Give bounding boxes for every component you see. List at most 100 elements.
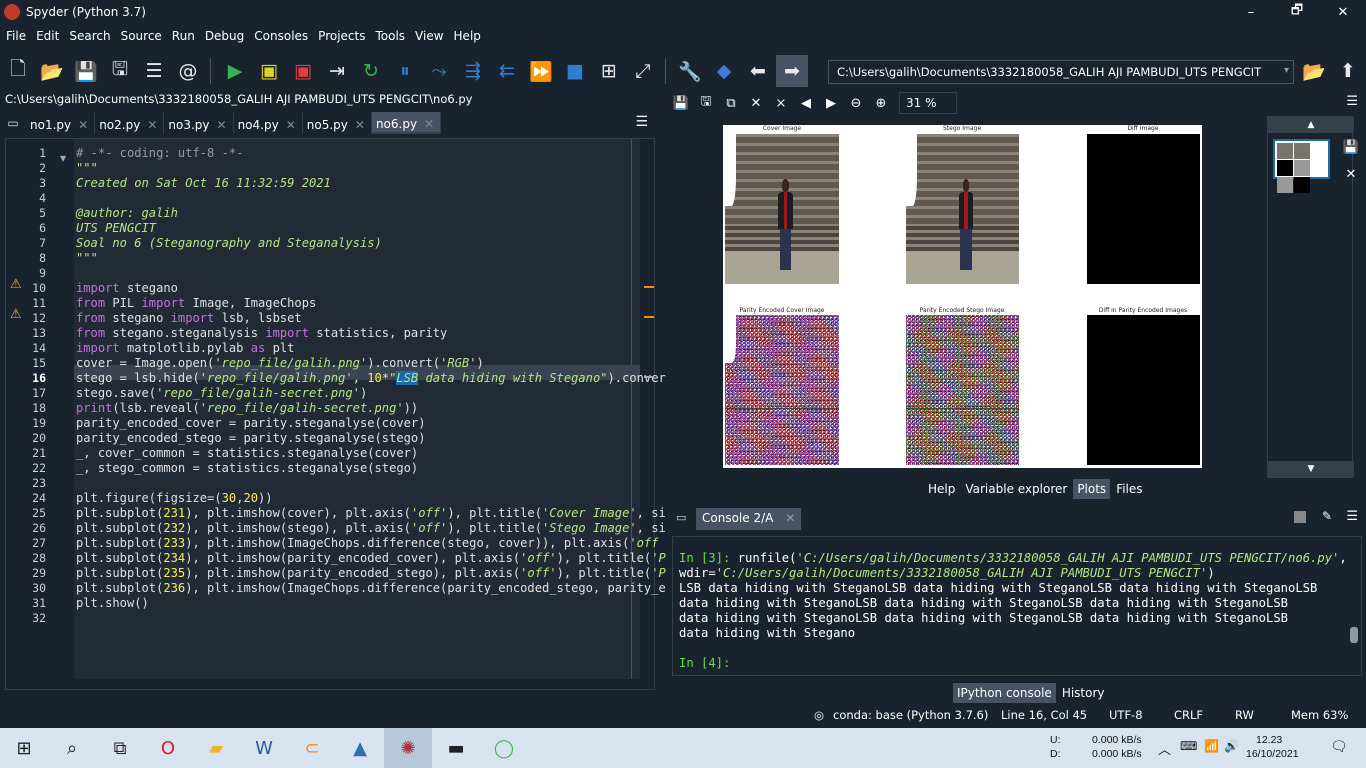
console-options-icon[interactable]: ☰ [1346,509,1358,524]
chevron-up-icon[interactable]: ︿ [1158,739,1171,758]
tab-no1[interactable]: no1.py ✕ [26,112,96,134]
code-editor[interactable]: ⚠ ⚠ ▼ 1 2 3 4 5 6 7 8 9 10 11 12 13 14 15 16 17 18 19 20 21 2… [5,138,666,737]
close-all-plots-icon[interactable]: ⨯ [769,96,793,111]
close-button[interactable]: ✕ [1320,0,1366,24]
editor-options-icon[interactable]: ☰ [635,114,648,130]
console-tab[interactable]: Console 2/A ✕ [696,508,802,530]
menu-debug[interactable]: Debug [202,26,247,48]
tab-variable-explorer[interactable]: Variable explorer [961,479,1071,499]
menu-edit[interactable]: Edit [33,26,62,48]
tab-ipython-console[interactable]: IPython console [953,683,1056,703]
maximize-button[interactable]: 🗗 [1274,0,1320,24]
maximize-pane-icon[interactable]: ⊞ [593,55,625,87]
browse-folder-icon[interactable]: 📂 [1298,55,1330,87]
browse-tabs-icon[interactable]: ▭ [0,112,26,134]
save-plot-icon[interactable]: 💾 [669,96,693,111]
fold-icon[interactable]: ▼ [60,154,66,163]
browse-consoles-icon[interactable]: ▭ [676,511,686,524]
close-icon[interactable]: ✕ [286,118,296,132]
anaconda-icon[interactable]: ◯ [480,728,528,768]
continue-icon[interactable]: ⏩ [525,55,557,87]
close-icon[interactable]: ✕ [78,118,88,132]
debug-icon[interactable]: ⏸ [389,55,421,87]
menu-search[interactable]: Search [66,26,113,48]
menu-file[interactable]: File [3,26,29,48]
tab-no2[interactable]: no2.py ✕ [95,112,165,134]
close-icon[interactable]: ✕ [147,118,157,132]
scroll-down-icon[interactable]: ▼ [1268,461,1354,477]
forward-icon[interactable]: ➡ [776,55,808,87]
photos-icon[interactable]: ▲ [336,728,384,768]
plots-options-icon[interactable]: ☰ [1346,94,1358,109]
parent-directory-icon[interactable]: ⬆ [1332,55,1364,87]
close-icon[interactable]: ✕ [217,118,227,132]
at-icon[interactable]: @ [172,55,204,87]
save-all-icon[interactable]: 🖫 [104,55,136,87]
terminal-icon[interactable]: ▬ [432,728,480,768]
zoom-in-icon[interactable]: ⊕ [869,96,893,111]
tab-history[interactable]: History [1058,683,1109,703]
step-icon[interactable]: ⤳ [423,55,455,87]
tab-no5[interactable]: no5.py ✕ [303,112,372,134]
next-plot-icon[interactable]: ▶ [819,96,843,111]
python-path-icon[interactable]: ◆ [708,55,740,87]
menu-consoles[interactable]: Consoles [251,26,311,48]
menu-tools[interactable]: Tools [372,26,408,48]
line-marker[interactable] [644,376,654,378]
clear-console-icon[interactable]: ✎ [1322,509,1332,523]
rerun-icon[interactable]: ↻ [355,55,387,87]
previous-plot-icon[interactable]: ◀ [794,96,818,111]
clock-time[interactable]: 12.23 [1256,734,1282,746]
working-directory-input[interactable]: C:\Users\galih\Documents\3332180058_GALI… [828,60,1294,84]
stop-debug-icon[interactable]: ■ [559,55,591,87]
zoom-level[interactable]: 31 % [899,92,957,114]
stop-console-icon[interactable] [1294,511,1306,523]
clock-date[interactable]: 16/10/2021 [1246,748,1299,760]
close-icon[interactable]: ✕ [785,511,795,525]
run-icon[interactable]: ▶ [219,55,251,87]
back-icon[interactable]: ⬅ [742,55,774,87]
step-into-icon[interactable]: ⇶ [457,55,489,87]
menu-view[interactable]: View [412,26,446,48]
chevron-down-icon[interactable]: ▾ [1284,65,1289,76]
close-plot-icon[interactable]: ✕ [744,96,768,111]
open-file-icon[interactable]: 📂 [36,55,68,87]
remove-thumbnail-icon[interactable]: ✕ [1341,167,1361,182]
notification-icon[interactable]: 🗨 [1330,738,1348,755]
tab-plots[interactable]: Plots [1073,479,1111,499]
menu-run[interactable]: Run [169,26,198,48]
volume-icon[interactable]: 🔊 [1224,739,1239,753]
spyder-taskbar-icon[interactable]: ✺ [384,728,432,768]
jupyter-icon[interactable]: ⊂ [288,728,336,768]
menu-help[interactable]: Help [451,26,484,48]
menu-projects[interactable]: Projects [315,26,368,48]
preferences-icon[interactable]: 🔧 [674,55,706,87]
file-explorer-icon[interactable]: ▰ [192,728,240,768]
tab-no3[interactable]: no3.py ✕ [164,112,234,134]
scroll-up-icon[interactable]: ▲ [1268,117,1354,133]
tab-help[interactable]: Help [924,479,959,499]
close-icon[interactable]: ✕ [424,117,434,131]
console-scrollbar[interactable] [1350,627,1358,643]
warning-marker[interactable] [644,316,654,318]
search-icon[interactable]: ⌕ [48,728,96,768]
new-file-icon[interactable]: 🗋 [2,55,34,87]
windows-start-icon[interactable]: ⊞ [0,728,48,768]
fullscreen-icon[interactable]: ⤢ [627,55,659,87]
save-icon[interactable]: 💾 [70,55,102,87]
zoom-out-icon[interactable]: ⊖ [844,96,868,111]
save-all-plots-icon[interactable]: 🖫 [694,92,718,114]
tab-no4[interactable]: no4.py ✕ [234,112,303,134]
save-thumbnail-icon[interactable]: 💾 [1341,140,1361,155]
tab-files[interactable]: Files [1112,479,1146,499]
warning-marker[interactable] [644,286,654,288]
list-icon[interactable]: ☰ [138,55,170,87]
run-selection-icon[interactable]: ⇥ [321,55,353,87]
run-cell-icon[interactable]: ▣ [253,55,285,87]
plot-thumbnail[interactable] [1273,139,1330,193]
ipython-console[interactable]: In [3]: runfile('C:/Users/galih/Document… [672,536,1362,676]
run-cell-advance-icon[interactable]: ▣ [287,55,319,87]
copy-plot-icon[interactable]: ⧉ [719,96,743,111]
word-icon[interactable]: W [240,728,288,768]
task-view-icon[interactable]: ⧉ [96,728,144,768]
